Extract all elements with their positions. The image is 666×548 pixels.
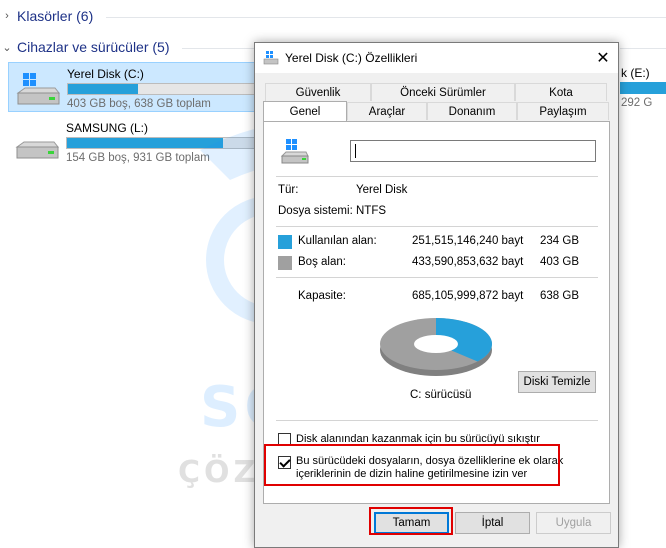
capacity-gb: 638 GB — [540, 290, 579, 302]
folders-section-divider — [106, 17, 666, 18]
tab-genel[interactable]: Genel — [263, 101, 347, 121]
tab-kota[interactable]: Kota — [515, 83, 607, 101]
tab-paylasim[interactable]: Paylaşım — [517, 102, 609, 120]
highlight-ok-button — [369, 507, 453, 535]
tab-araclar[interactable]: Araçlar — [347, 102, 427, 120]
drives-section-label: Cihazlar ve sürücüler (5) — [17, 39, 170, 55]
free-space-label: Boş alan: — [298, 256, 346, 268]
separator-3 — [276, 277, 598, 278]
drive-name: SAMSUNG (L:) — [66, 121, 149, 135]
hard-drive-icon — [15, 141, 60, 159]
capacity-label: Kapasite: — [298, 290, 346, 302]
type-label: Tür: — [278, 184, 299, 196]
tab-donanim[interactable]: Donanım — [427, 102, 517, 120]
free-space-bytes: 433,590,853,632 bayt — [412, 256, 524, 268]
disk-usage-donut — [380, 318, 492, 376]
text-caret — [355, 144, 356, 158]
tab-onceki-surumler[interactable]: Önceki Sürümler — [371, 83, 515, 101]
tab-guvenlik[interactable]: Güvenlik — [265, 83, 371, 101]
drive-name-input[interactable] — [350, 140, 596, 162]
folders-section-header[interactable]: › Klasörler (6) — [0, 6, 93, 26]
drive-tile-c[interactable]: Yerel Disk (C:) 403 GB boş, 638 GB topla… — [8, 62, 258, 112]
chevron-down-icon: ⌄ — [2, 41, 12, 54]
cancel-button[interactable]: İptal — [455, 512, 530, 534]
drive-name: Yerel Disk (C:) — [67, 67, 144, 81]
used-space-gb: 234 GB — [540, 235, 579, 247]
drives-section-header[interactable]: ⌄ Cihazlar ve sürücüler (5) — [0, 37, 170, 57]
drive-usage-bar — [67, 83, 257, 95]
chevron-right-icon: › — [5, 10, 9, 22]
drive-large-icon — [280, 139, 309, 164]
drives-section-divider — [182, 48, 254, 49]
separator-1 — [276, 176, 598, 177]
free-space-swatch — [278, 256, 292, 270]
separator-2 — [276, 226, 598, 227]
drive-tile-e-name[interactable]: k (E:) — [621, 66, 650, 80]
drive-tile-e-bar — [620, 82, 666, 94]
capacity-bytes: 685,105,999,872 bayt — [412, 290, 524, 302]
drive-title-icon — [263, 51, 279, 65]
hard-drive-windows-icon — [16, 73, 61, 105]
separator-4 — [276, 420, 598, 421]
drive-tile-e-usage: 292 G — [621, 97, 653, 109]
filesystem-value: NTFS — [356, 205, 387, 217]
filesystem-label: Dosya sistemi: — [278, 205, 353, 217]
used-space-bytes: 251,515,146,240 bayt — [412, 235, 524, 247]
disk-cleanup-button[interactable]: Diski Temizle — [518, 371, 596, 393]
close-icon[interactable]: ✕ — [588, 43, 618, 73]
folders-section-label: Klasörler (6) — [17, 8, 94, 24]
drive-usage-text: 403 GB boş, 638 GB toplam — [67, 98, 211, 110]
used-space-swatch — [278, 235, 292, 249]
type-value: Yerel Disk — [356, 184, 408, 196]
dialog-title: Yerel Disk (C:) Özellikleri — [285, 51, 418, 65]
used-space-label: Kullanılan alan: — [298, 235, 377, 247]
drives-section-divider-right — [620, 48, 666, 49]
dialog-titlebar[interactable]: Yerel Disk (C:) Özellikleri ✕ — [255, 43, 618, 73]
highlight-index-option — [264, 444, 560, 486]
free-space-gb: 403 GB — [540, 256, 579, 268]
apply-button[interactable]: Uygula — [536, 512, 611, 534]
drive-caption: C: sürücüsü — [410, 389, 472, 401]
